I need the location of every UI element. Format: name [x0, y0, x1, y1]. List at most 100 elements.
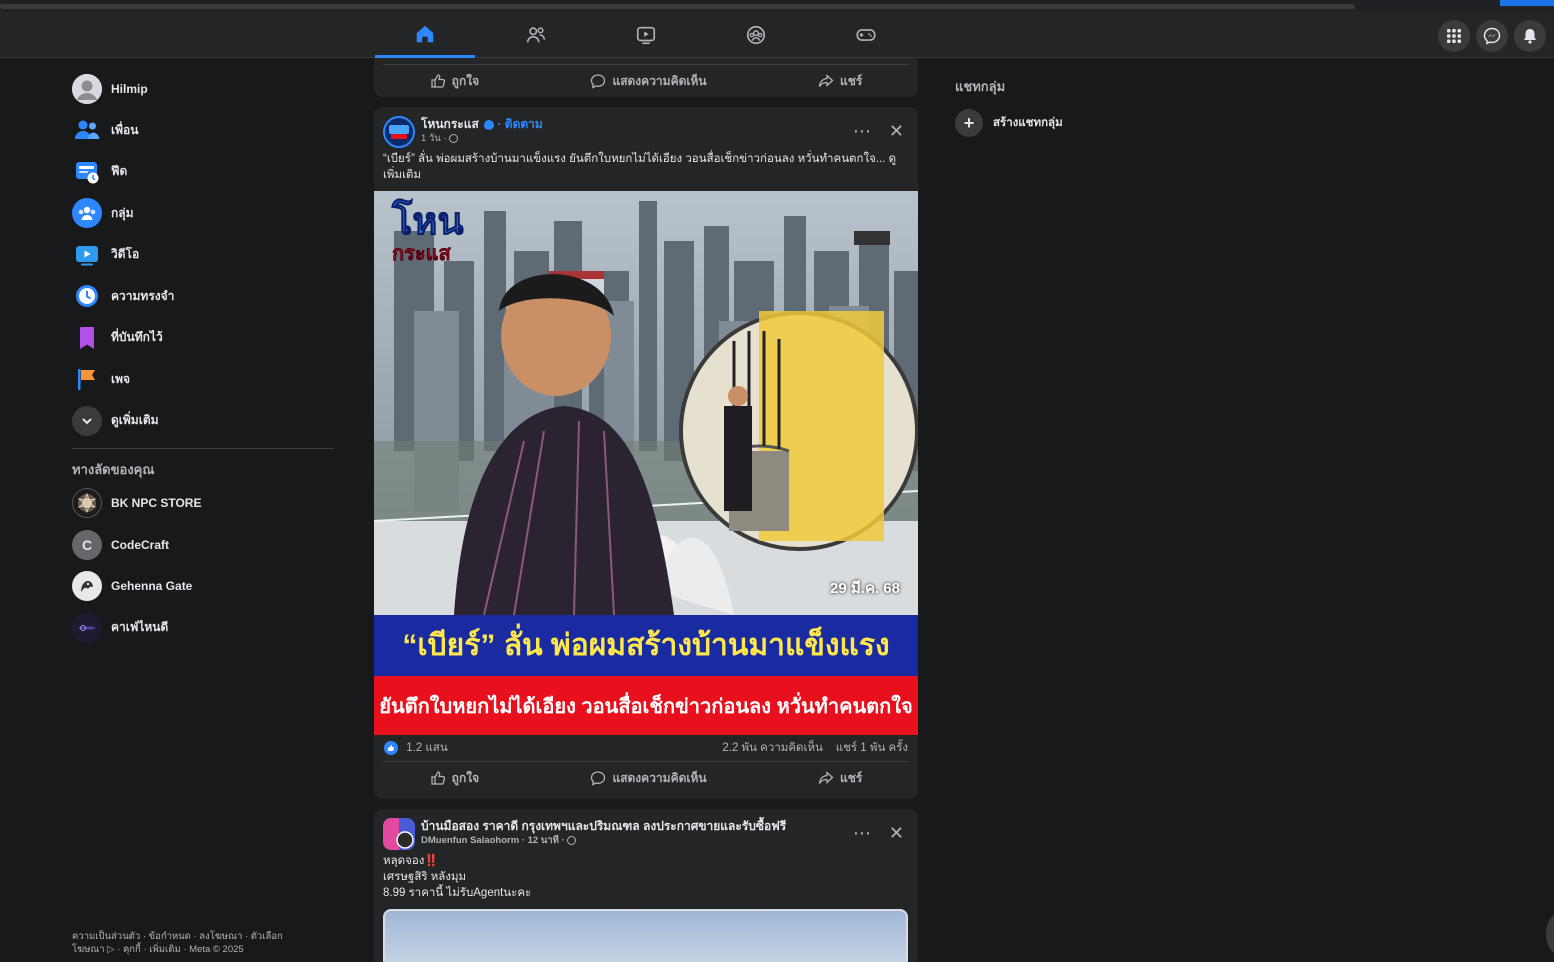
post-card: โหนกระแส · ติดตาม 1 วัน · ⋯ ✕ “เบียร์” ล… — [374, 107, 918, 799]
share-label: แชร์ — [839, 770, 863, 785]
comment-count[interactable]: 2.2 พัน ความคิดเห็น — [722, 742, 823, 754]
tab-video[interactable] — [596, 12, 696, 58]
shortcut-label: Gehenna Gate — [111, 579, 193, 594]
tab-gaming[interactable] — [816, 12, 916, 58]
post-card: บ้านมือสอง ราคาดี กรุงเทพฯและปริมณฑล ลงป… — [374, 809, 918, 962]
tab-strip-scroll[interactable] — [0, 4, 1355, 9]
group-chats-title: แชทกลุ่ม — [955, 79, 1006, 94]
shortcut-cafe[interactable]: คาเฟ่ไหนดี — [66, 607, 338, 649]
notifications-button[interactable] — [1514, 20, 1546, 52]
image-headline: “เบียร์” ลั่น พ่อผมสร้างบ้านมาแข็งแรง — [374, 615, 918, 676]
create-group-chat-button[interactable]: + สร้างแชทกลุ่ม — [955, 109, 1255, 137]
shortcut-codecraft[interactable]: C CodeCraft — [66, 524, 338, 566]
post-line-3: 8.99 ราคานี้ ไม่รับAgentนะคะ — [383, 887, 532, 899]
left-sidebar: Hilmip เพื่อน ฟีด กลุ่ม วิดีโอ ความทรงจำ — [66, 68, 338, 649]
like-label: ถูกใจ — [451, 770, 480, 785]
tab-groups[interactable] — [706, 12, 806, 58]
sidebar-item-see-more[interactable]: ดูเพิ่มเติม — [66, 400, 338, 442]
post-author-block: บ้านมือสอง ราคาดี กรุงเทพฯและปริมณฑล ลงป… — [421, 818, 786, 853]
tab-friends[interactable] — [486, 12, 586, 58]
verified-badge-icon — [484, 119, 495, 130]
video-icon — [636, 26, 656, 45]
comment-button[interactable]: แสดงความคิดเห็น — [590, 769, 707, 788]
more-options-icon[interactable]: ⋯ — [853, 823, 871, 844]
logo-top-text: โหน — [391, 199, 464, 243]
messenger-button[interactable] — [1476, 20, 1508, 52]
menu-button[interactable] — [1438, 20, 1470, 52]
reaction-count[interactable]: 1.2 แสน — [384, 739, 448, 757]
bk-npc-store-avatar — [72, 488, 102, 519]
saved-icon — [72, 323, 102, 353]
notifications-icon — [1524, 29, 1536, 44]
sidebar-item-profile[interactable]: Hilmip — [66, 68, 338, 110]
footer-line-2[interactable]: โฆษณา ▷ · คุกกี้ · เพิ่มเติม · Meta © 20… — [72, 943, 322, 956]
sidebar-item-friends[interactable]: เพื่อน — [66, 110, 338, 152]
sidebar-item-memories[interactable]: ความทรงจำ — [66, 276, 338, 318]
gaming-icon — [856, 29, 876, 41]
comment-button[interactable]: แสดงความคิดเห็น — [590, 72, 707, 91]
post-title: โหนกระแส · ติดตาม — [421, 116, 543, 132]
post-text: “เบียร์” ลั่น พ่อผมสร้างบ้านมาแข็งแรง ยั… — [383, 153, 897, 181]
gehenna-gate-avatar — [72, 571, 102, 602]
profile-avatar — [72, 73, 102, 104]
share-button[interactable]: แชร์ — [818, 769, 862, 788]
share-button[interactable]: แชร์ — [818, 72, 862, 91]
footer-line-1[interactable]: ความเป็นส่วนตัว · ข้อกำหนด · ลงโฆษณา · ต… — [72, 930, 322, 943]
close-icon[interactable]: ✕ — [889, 121, 904, 142]
tab-home[interactable] — [375, 12, 475, 58]
shortcut-bk-npc-store[interactable]: BK NPC STORE — [66, 483, 338, 525]
messenger-icon — [1483, 27, 1501, 45]
like-button[interactable]: ถูกใจ — [430, 769, 479, 788]
sidebar-item-video[interactable]: วิดีโอ — [66, 234, 338, 276]
sidebar-item-label: ดูเพิ่มเติม — [111, 413, 159, 428]
sidebar-item-label: ที่บันทึกไว้ — [111, 330, 163, 345]
post-stats: 1.2 แสน 2.2 พัน ความคิดเห็น แชร์ 1 พัน ค… — [374, 735, 918, 761]
sidebar-divider — [72, 447, 334, 449]
group-logo-icon — [383, 818, 415, 850]
shortcuts-title: ทางลัดของคุณ — [72, 461, 155, 477]
menu-grid-icon — [1447, 29, 1461, 43]
group-avatar[interactable] — [383, 818, 415, 850]
image-subheadline: ยันตึกใบหยกไม่ได้เอียง วอนสื่อเช็กข่าวก่… — [374, 676, 918, 735]
plus-icon: + — [955, 109, 983, 137]
post-text: หลุดจอง‼️ เศรษฐสิริ หลังมุม 8.99 ราคานี้… — [374, 853, 918, 901]
post-image[interactable]: โหน กระแส 29 มี.ค. 68 “เบียร์” ลั่น พ่อผ… — [374, 191, 918, 735]
feed-icon — [72, 157, 102, 187]
sidebar-item-feed[interactable]: ฟีด — [66, 151, 338, 193]
comment-label: แสดงความคิดเห็น — [612, 770, 707, 785]
post-photo[interactable] — [383, 909, 908, 962]
shortcut-label: คาเฟ่ไหนดี — [111, 620, 169, 635]
like-button[interactable]: ถูกใจ — [430, 72, 479, 91]
friends-icon — [72, 115, 102, 145]
group-title[interactable]: บ้านมือสอง ราคาดี กรุงเทพฯและปริมณฑล ลงป… — [421, 818, 786, 834]
groups-icon — [746, 25, 766, 45]
page-avatar[interactable] — [383, 116, 415, 148]
share-label: แชร์ — [839, 73, 863, 88]
action-row: ถูกใจ แสดงความคิดเห็น แชร์ — [374, 65, 918, 97]
top-nav-bar — [0, 12, 1554, 58]
sidebar-item-label: ความทรงจำ — [111, 288, 175, 303]
sidebar-item-label: ฟีด — [111, 164, 128, 179]
comment-label: แสดงความคิดเห็น — [612, 73, 707, 88]
edge-scroll-button[interactable] — [1546, 914, 1554, 954]
post-author-time[interactable]: DMuenfun Salaohorm · 12 นาที · — [421, 835, 565, 846]
comment-icon — [591, 74, 606, 89]
sidebar-item-pages[interactable]: เพจ — [66, 359, 338, 401]
share-count[interactable]: แชร์ 1 พัน ครั้ง — [836, 742, 908, 754]
follow-link[interactable]: · ติดตาม — [497, 117, 542, 131]
more-options-icon[interactable]: ⋯ — [853, 121, 871, 142]
post-header: บ้านมือสอง ราคาดี กรุงเทพฯและปริมณฑล ลงป… — [374, 809, 918, 853]
like-reaction-icon — [384, 740, 398, 755]
codecraft-avatar: C — [72, 529, 102, 560]
action-row: ถูกใจ แสดงความคิดเห็น แชร์ — [374, 762, 918, 794]
post-header: โหนกระแส · ติดตาม 1 วัน · ⋯ ✕ — [374, 107, 918, 151]
close-icon[interactable]: ✕ — [889, 823, 904, 844]
chevron-down-icon — [72, 405, 102, 436]
sidebar-item-groups[interactable]: กลุ่ม — [66, 193, 338, 235]
page-name[interactable]: โหนกระแส — [421, 117, 479, 131]
page-logo-icon — [389, 125, 409, 139]
sidebar-item-saved[interactable]: ที่บันทึกไว้ — [66, 317, 338, 359]
shortcut-gehenna-gate[interactable]: Gehenna Gate — [66, 566, 338, 608]
post-time[interactable]: 1 วัน · — [421, 133, 447, 144]
like-label: ถูกใจ — [451, 73, 480, 88]
